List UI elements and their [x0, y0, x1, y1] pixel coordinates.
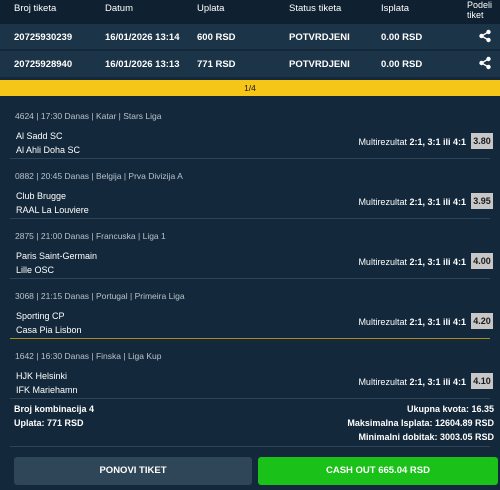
match-meta: 4624 | 17:30 Danas | Katar | Stars Liga	[15, 111, 162, 121]
header-share-line2: tiket	[467, 10, 484, 20]
away-team: Lille OSC	[16, 265, 55, 275]
divider	[10, 158, 490, 159]
ticket-id: 20725928940	[14, 59, 73, 70]
away-team: Al Ahli Doha SC	[16, 145, 81, 155]
away-team: IFK Mariehamn	[16, 385, 78, 395]
share-icon[interactable]	[478, 56, 492, 70]
bet-market: Multirezultat	[358, 137, 407, 147]
match-item: 1642 | 16:30 Danas | Finska | Liga Kup H…	[0, 342, 500, 402]
match-meta: 3068 | 21:15 Danas | Portugal | Primeira…	[15, 291, 185, 301]
odd-badge: 4.10	[471, 373, 493, 389]
ticket-row[interactable]: 20725928940 16/01/2026 13:13 771 RSD POT…	[0, 51, 500, 77]
header-share: Podeli tiket	[467, 0, 492, 20]
match-item: 2875 | 21:00 Danas | Francuska | Liga 1 …	[0, 222, 500, 282]
match-item: 4624 | 17:30 Danas | Katar | Stars Liga …	[0, 102, 500, 162]
odd-badge: 3.95	[471, 193, 493, 209]
ticket-row[interactable]: 20725930239 16/01/2026 13:14 600 RSD POT…	[0, 24, 500, 50]
odd-badge: 4.20	[471, 313, 493, 329]
bet-selection: 2:1, 3:1 ili 4:1	[409, 137, 466, 147]
ticket-id: 20725930239	[14, 32, 73, 43]
total-odds: Ukupna kvota: 16.35	[406, 404, 494, 414]
match-item: 0882 | 20:45 Danas | Belgija | Prva Divi…	[0, 162, 500, 222]
bet-pick: Multirezultat 2:1, 3:1 ili 4:1	[358, 317, 466, 327]
ticket-date: 16/01/2026 13:14	[105, 32, 180, 43]
bet-selection: 2:1, 3:1 ili 4:1	[409, 317, 466, 327]
bet-pick: Multirezultat 2:1, 3:1 ili 4:1	[358, 377, 466, 387]
bet-pick: Multirezultat 2:1, 3:1 ili 4:1	[358, 137, 466, 147]
bet-market: Multirezultat	[358, 257, 407, 267]
cash-out-button[interactable]: CASH OUT 665.04 RSD	[258, 457, 498, 485]
match-item: 3068 | 21:15 Danas | Portugal | Primeira…	[0, 282, 500, 342]
bet-pick: Multirezultat 2:1, 3:1 ili 4:1	[358, 257, 466, 267]
pagination-bar[interactable]: 1/4	[0, 80, 500, 96]
away-team: Casa Pia Lisbon	[16, 325, 82, 335]
max-payout: Maksimalna Isplata: 12604.89 RSD	[347, 418, 494, 428]
min-win: Minimalni dobitak: 3003.05 RSD	[358, 432, 494, 442]
header-stake: Uplata	[197, 3, 225, 14]
bet-selection: 2:1, 3:1 ili 4:1	[409, 377, 466, 387]
divider	[10, 218, 490, 219]
header-payout: Isplata	[381, 3, 409, 14]
ticket-table-header: Broj tiketa Datum Uplata Status tiketa I…	[0, 0, 500, 24]
divider	[10, 446, 490, 447]
odd-badge: 3.80	[471, 133, 493, 149]
ticket-status: POTVRDJENI	[289, 32, 350, 43]
home-team: Al Sadd SC	[16, 131, 63, 141]
match-meta: 0882 | 20:45 Danas | Belgija | Prva Divi…	[15, 171, 183, 181]
divider	[10, 398, 490, 399]
share-icon[interactable]	[478, 29, 492, 43]
home-team: Sporting CP	[16, 311, 65, 321]
bet-market: Multirezultat	[358, 197, 407, 207]
bet-market: Multirezultat	[358, 317, 407, 327]
ticket-payout: 0.00 RSD	[381, 32, 423, 43]
bet-selection: 2:1, 3:1 ili 4:1	[409, 257, 466, 267]
ticket-date: 16/01/2026 13:13	[105, 59, 180, 70]
summary-stake: Uplata: 771 RSD	[14, 418, 84, 428]
combination-count: Broj kombinacija 4	[14, 404, 95, 414]
divider	[10, 338, 490, 339]
header-ticket-id: Broj tiketa	[14, 3, 57, 14]
bet-selection: 2:1, 3:1 ili 4:1	[409, 197, 466, 207]
odd-badge: 4.00	[471, 253, 493, 269]
bet-pick: Multirezultat 2:1, 3:1 ili 4:1	[358, 197, 466, 207]
match-meta: 2875 | 21:00 Danas | Francuska | Liga 1	[15, 231, 166, 241]
ticket-status: POTVRDJENI	[289, 59, 350, 70]
home-team: HJK Helsinki	[16, 371, 68, 381]
header-share-line1: Podeli	[467, 0, 493, 10]
home-team: Paris Saint-Germain	[16, 251, 98, 261]
match-meta: 1642 | 16:30 Danas | Finska | Liga Kup	[15, 351, 162, 361]
bet-market: Multirezultat	[358, 377, 407, 387]
repeat-ticket-button[interactable]: PONOVI TIKET	[14, 457, 252, 485]
header-status: Status tiketa	[289, 3, 342, 14]
home-team: Club Brugge	[16, 191, 67, 201]
ticket-payout: 0.00 RSD	[381, 59, 423, 70]
ticket-stake: 600 RSD	[197, 32, 236, 43]
divider	[10, 278, 490, 279]
header-date: Datum	[105, 3, 133, 14]
away-team: RAAL La Louviere	[16, 205, 89, 215]
ticket-stake: 771 RSD	[197, 59, 236, 70]
